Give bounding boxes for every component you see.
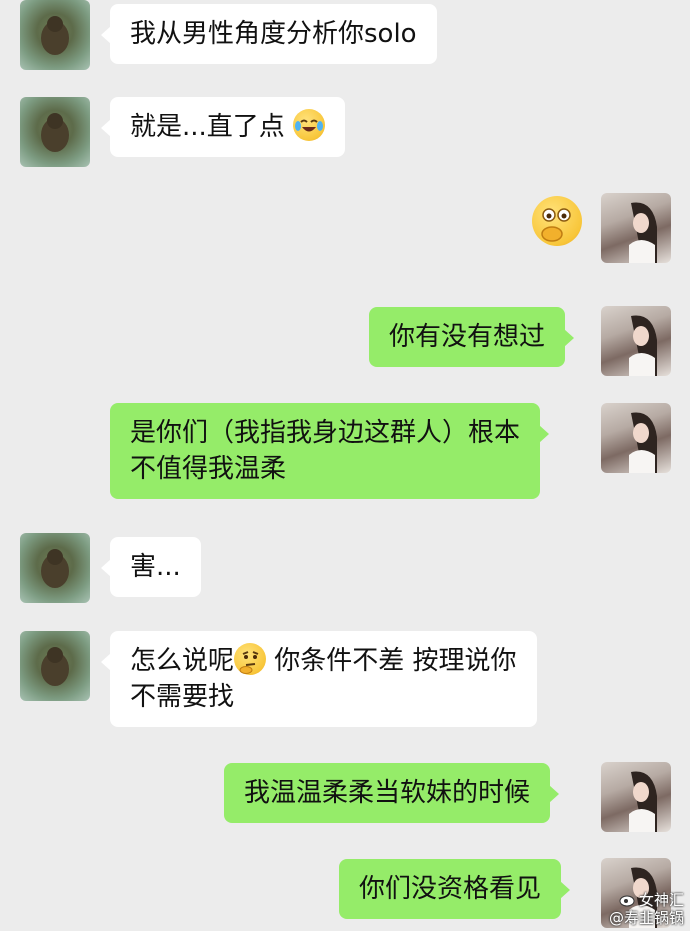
message-bubble-outgoing[interactable]: 我温温柔柔当软妹的时候 (224, 763, 560, 823)
message-bubble-incoming[interactable]: 我从男性角度分析你solo (101, 4, 437, 64)
watermark-handle: @寿韭锅锅 (608, 909, 684, 927)
message-bubble-outgoing[interactable]: 是你们（我指我身边这群人）根本 不值得我温柔 (110, 403, 550, 499)
tears-of-joy-emoji-icon (293, 109, 326, 141)
sender-avatar[interactable] (20, 0, 90, 70)
avatar-figure-icon (41, 549, 69, 588)
message-text: 你们没资格看见 (359, 874, 542, 904)
message-text-line: 不值得我温柔 (130, 454, 287, 484)
thinking-emoji-icon (234, 643, 267, 675)
my-avatar[interactable] (601, 762, 671, 832)
message-text: 我温温柔柔当软妹的时候 (244, 778, 531, 808)
my-avatar[interactable] (601, 306, 671, 376)
watermark-brand: 女神汇 (638, 891, 684, 909)
thinking-emoji-icon[interactable] (532, 196, 582, 246)
message-bubble-incoming[interactable]: 害... (101, 537, 201, 597)
message-bubble-incoming[interactable]: 就是...直了点 (100, 97, 346, 157)
weibo-icon (619, 893, 637, 907)
avatar-figure-icon (41, 113, 69, 152)
sender-avatar[interactable] (20, 533, 90, 603)
avatar-person-icon (629, 771, 657, 832)
my-avatar[interactable] (601, 193, 671, 263)
message-text-line: 是你们（我指我身边这群人）根本 (130, 418, 521, 448)
watermark: 女神汇 @寿韭锅锅 (609, 891, 684, 927)
avatar-person-icon (629, 202, 657, 263)
sender-avatar[interactable] (20, 97, 90, 167)
avatar-figure-icon (41, 16, 69, 55)
message-text: 我从男性角度分析你solo (130, 19, 417, 49)
sender-avatar[interactable] (20, 631, 90, 701)
message-text-line: 不需要找 (130, 682, 235, 712)
message-text: 害... (130, 552, 181, 582)
message-text: 怎么说呢 (130, 646, 235, 676)
avatar-person-icon (629, 315, 657, 376)
message-bubble-incoming[interactable]: 怎么说呢 你条件不差 按理说你 不需要找 (101, 631, 537, 727)
message-text: 你有没有想过 (389, 322, 546, 352)
avatar-figure-icon (41, 647, 69, 686)
avatar-person-icon (629, 412, 657, 473)
message-text: 就是...直了点 (130, 112, 285, 142)
my-avatar[interactable] (601, 403, 671, 473)
message-text: 你条件不差 按理说你 (266, 646, 517, 676)
message-bubble-outgoing[interactable]: 你们没资格看见 (339, 859, 571, 919)
message-bubble-outgoing[interactable]: 你有没有想过 (369, 307, 575, 367)
